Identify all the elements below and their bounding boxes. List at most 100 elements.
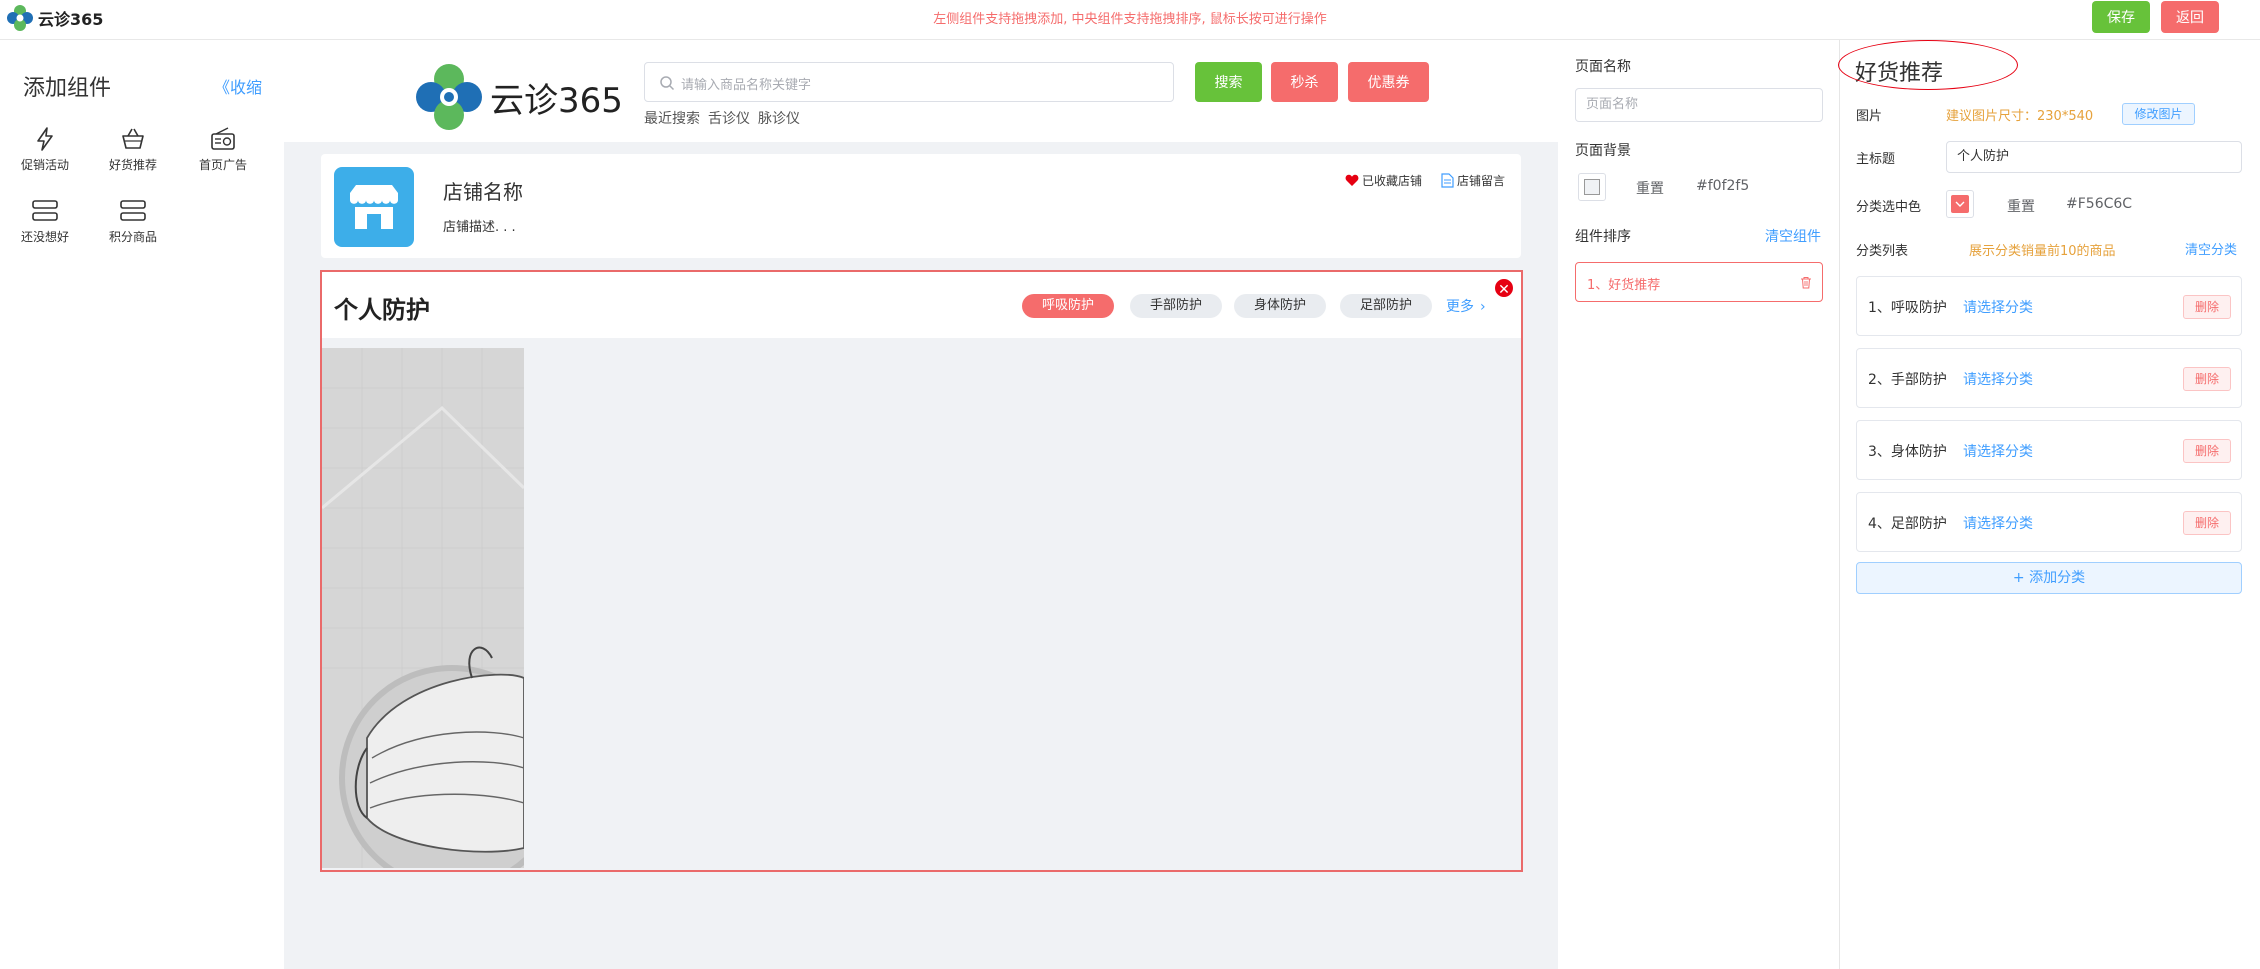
bg-color-picker[interactable] bbox=[1578, 173, 1606, 201]
component-recommend[interactable]: 好货推荐 bbox=[88, 126, 178, 173]
banner-image bbox=[322, 348, 524, 868]
color-reset-button[interactable]: 重置 bbox=[2007, 196, 2035, 216]
delete-category-button[interactable]: 删除 bbox=[2183, 295, 2231, 319]
document-icon bbox=[1441, 173, 1454, 188]
page-name-input[interactable]: 页面名称 bbox=[1575, 88, 1823, 122]
coupon-button[interactable]: 优惠券 bbox=[1348, 62, 1429, 102]
message-label: 店铺留言 bbox=[1457, 174, 1506, 188]
select-category-link[interactable]: 请选择分类 bbox=[1963, 513, 2033, 533]
chevron-right-icon: › bbox=[1480, 299, 1486, 315]
category-row: 4、足部防护 请选择分类 删除 bbox=[1856, 492, 2242, 552]
store-name: 店铺名称 bbox=[443, 180, 523, 204]
seckill-button[interactable]: 秒杀 bbox=[1271, 62, 1338, 102]
select-category-link[interactable]: 请选择分类 bbox=[1963, 297, 2033, 317]
component-label: 还没想好 bbox=[20, 230, 69, 244]
trash-icon[interactable] bbox=[1800, 276, 1812, 289]
category-name: 1、呼吸防护 bbox=[1868, 300, 1947, 316]
lightning-icon bbox=[37, 127, 53, 151]
component-undecided[interactable]: 还没想好 bbox=[0, 198, 90, 245]
select-category-link[interactable]: 请选择分类 bbox=[1963, 441, 2033, 461]
category-tab[interactable]: 身体防护 bbox=[1234, 294, 1326, 318]
category-list-label: 分类列表 bbox=[1856, 244, 1909, 259]
category-tab-active[interactable]: 呼吸防护 bbox=[1022, 294, 1114, 318]
list-icon bbox=[120, 200, 146, 221]
store-description: 店铺描述. . . bbox=[443, 220, 516, 235]
favorite-label: 已收藏店铺 bbox=[1362, 174, 1423, 188]
clear-components-link[interactable]: 清空组件 bbox=[1765, 226, 1821, 246]
store-icon bbox=[334, 167, 414, 247]
main-title-input[interactable]: 个人防护 bbox=[1946, 141, 2242, 173]
category-list-hint: 展示分类销量前10的商品 bbox=[1969, 244, 2116, 259]
delete-category-button[interactable]: 删除 bbox=[2183, 439, 2231, 463]
sort-item[interactable]: 1、好货推荐 bbox=[1575, 262, 1823, 302]
page-name-label: 页面名称 bbox=[1575, 59, 1631, 75]
list-icon bbox=[32, 200, 58, 221]
top-bar: 云诊365 左侧组件支持拖拽添加, 中央组件支持拖拽排序, 鼠标长按可进行操作 … bbox=[0, 0, 2260, 40]
image-label: 图片 bbox=[1856, 109, 1883, 124]
category-name: 4、足部防护 bbox=[1868, 516, 1947, 532]
basket-icon bbox=[122, 128, 144, 149]
component-palette: 添加组件 《收缩 促销活动 好货推荐 首页广告 还没想好 积分商品 bbox=[0, 40, 284, 969]
image-size-hint: 建议图片尺寸：230*540 bbox=[1946, 109, 2094, 124]
collapse-link[interactable]: 《收缩 bbox=[214, 74, 262, 98]
select-category-link[interactable]: 请选择分类 bbox=[1963, 369, 2033, 389]
favorite-store[interactable]: 已收藏店铺 bbox=[1345, 172, 1422, 189]
search-placeholder: 请输入商品名称关键字 bbox=[681, 78, 812, 93]
more-link[interactable]: 更多 › bbox=[1446, 296, 1486, 316]
sort-item-label: 1、好货推荐 bbox=[1587, 278, 1661, 293]
component-points-goods[interactable]: 积分商品 bbox=[88, 198, 178, 245]
category-tab[interactable]: 足部防护 bbox=[1340, 294, 1432, 318]
category-name: 3、身体防护 bbox=[1868, 444, 1947, 460]
recent-label: 最近搜索 bbox=[644, 111, 700, 127]
modify-image-button[interactable]: 修改图片 bbox=[2122, 103, 2195, 125]
palette-title: 添加组件 bbox=[23, 76, 112, 101]
category-row: 2、手部防护 请选择分类 删除 bbox=[1856, 348, 2242, 408]
recent-searches: 最近搜索 舌诊仪 脉诊仪 bbox=[644, 108, 800, 128]
selected-color-label: 分类选中色 bbox=[1856, 200, 1922, 215]
back-button[interactable]: 返回 bbox=[2161, 1, 2219, 33]
selected-color-value: #F56C6C bbox=[2066, 196, 2133, 212]
store-card: 店铺名称 店铺描述. . . 已收藏店铺 店铺留言 bbox=[321, 154, 1521, 258]
component-label: 好货推荐 bbox=[108, 158, 157, 172]
highlight-circle bbox=[1838, 40, 2018, 90]
preview-brand-name: 云诊365 bbox=[490, 80, 623, 121]
close-icon[interactable]: ✕ bbox=[1493, 277, 1515, 299]
search-icon bbox=[660, 76, 675, 91]
page-bg-label: 页面背景 bbox=[1575, 143, 1631, 159]
recent-item[interactable]: 舌诊仪 bbox=[708, 108, 750, 128]
bg-color-value: #f0f2f5 bbox=[1696, 178, 1750, 194]
recommend-body bbox=[322, 338, 1521, 870]
delete-category-button[interactable]: 删除 bbox=[2183, 367, 2231, 391]
heart-icon bbox=[1345, 174, 1359, 186]
save-button[interactable]: 保存 bbox=[2092, 1, 2150, 33]
recommend-component[interactable]: 个人防护 呼吸防护 手部防护 身体防护 足部防护 更多 › bbox=[320, 270, 1523, 872]
main-title-label: 主标题 bbox=[1856, 152, 1896, 167]
category-row: 3、身体防护 请选择分类 删除 bbox=[1856, 420, 2242, 480]
preview-logo: 云诊365 bbox=[414, 62, 623, 132]
component-label: 促销活动 bbox=[20, 158, 69, 172]
logo-icon bbox=[416, 64, 482, 130]
component-home-ad[interactable]: 首页广告 bbox=[178, 126, 268, 173]
recommend-title: 个人防护 bbox=[334, 296, 430, 324]
category-row: 1、呼吸防护 请选择分类 删除 bbox=[1856, 276, 2242, 336]
bg-reset-button[interactable]: 重置 bbox=[1636, 178, 1664, 198]
store-message[interactable]: 店铺留言 bbox=[1441, 172, 1505, 189]
recent-item[interactable]: 脉诊仪 bbox=[758, 108, 800, 128]
search-button[interactable]: 搜索 bbox=[1195, 62, 1262, 102]
chevron-down-icon bbox=[1955, 201, 1965, 207]
category-name: 2、手部防护 bbox=[1868, 372, 1947, 388]
search-input[interactable]: 请输入商品名称关键字 bbox=[644, 62, 1174, 102]
recommend-header: 个人防护 呼吸防护 手部防护 身体防护 足部防护 更多 › bbox=[322, 272, 1521, 338]
selected-color-picker[interactable] bbox=[1946, 190, 1974, 218]
category-tab[interactable]: 手部防护 bbox=[1130, 294, 1222, 318]
component-label: 积分商品 bbox=[108, 230, 157, 244]
mask-image bbox=[322, 348, 524, 868]
clear-categories-link[interactable]: 清空分类 bbox=[2185, 239, 2237, 258]
more-label: 更多 bbox=[1446, 299, 1474, 315]
delete-category-button[interactable]: 删除 bbox=[2183, 511, 2231, 535]
sort-label: 组件排序 bbox=[1575, 229, 1631, 245]
drag-tip: 左侧组件支持拖拽添加, 中央组件支持拖拽排序, 鼠标长按可进行操作 bbox=[933, 12, 1327, 27]
add-category-button[interactable]: + 添加分类 bbox=[1856, 562, 2242, 594]
radio-icon bbox=[211, 127, 235, 150]
component-promotion[interactable]: 促销活动 bbox=[0, 126, 90, 173]
